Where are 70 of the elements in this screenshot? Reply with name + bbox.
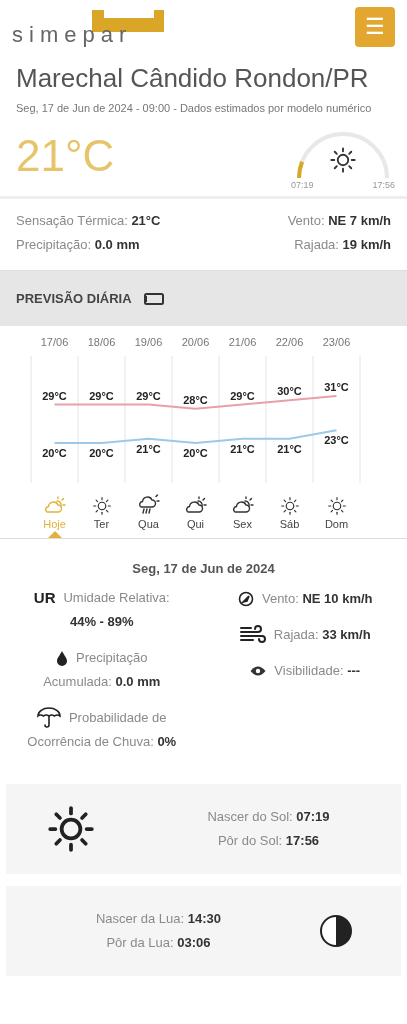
date-label: 18/06 [86,335,117,350]
detail-value: Ocorrência de Chuva: 0% [27,733,177,751]
detail-date: Seg, 17 de Jun de 2024 [131,559,276,578]
day-tab[interactable]: Sex [219,489,266,538]
day-tab[interactable]: Qui [172,489,219,538]
city-title: Marechal Cândido Rondon/PR [16,62,370,94]
sun-icon [279,495,300,516]
phone-landscape-icon [143,292,164,305]
day-tab[interactable]: Sáb [266,489,313,538]
detail-label: Probabilidade de [68,709,167,727]
eye-icon [250,665,267,677]
sunrise-time: 07:19 [291,178,314,192]
half-moon-icon [319,914,353,948]
temperature-label: 21°C [230,442,255,455]
temperature-label: 29°C [136,389,161,402]
logo: simepar [12,24,133,46]
cloud-sun-icon [183,495,208,516]
day-tab[interactable]: Dom [313,489,360,538]
day-tab[interactable]: Qua [125,489,172,538]
humidity-abbreviation: UR [33,588,56,608]
condition-text: Rajada: 19 km/h [294,236,391,252]
temperature-label: 29°C [42,389,67,402]
date-label: 23/06 [321,335,352,350]
sunset-text: Pôr do Sol: 17:56 [217,832,320,850]
sun-icon [46,804,96,854]
detail-text: Rajada: 33 km/h [273,626,371,645]
temperature-label: 31°C [324,380,349,393]
date-label: 21/06 [227,335,258,350]
temperature-label: 29°C [89,389,114,402]
condition-text: Sensação Térmica: 21°C [16,213,161,228]
temperature-label: 23°C [324,433,349,446]
cloud-sun-icon [230,495,255,516]
sunset-time: 17:56 [372,178,395,192]
sun-icon [326,495,347,516]
date-label: 22/06 [274,335,305,350]
section-title: PREVISÃO DIÁRIA [16,289,132,308]
detail-value: 44% - 89% [69,613,134,631]
moonrise-text: Nascer da Lua: 14:30 [95,910,221,928]
temperature-label: 20°C [42,446,67,459]
date-label: 19/06 [133,335,164,350]
umbrella-icon [36,707,61,729]
selected-indicator [48,530,62,538]
drop-icon [55,650,68,666]
temperature-label: 30°C [277,384,302,397]
detail-label: Precipitação [75,649,148,667]
moonset-text: Pôr da Lua: 03:06 [106,934,211,952]
temperature-label: 21°C [136,442,161,455]
date-label: 20/06 [180,335,211,350]
day-tab[interactable]: Ter [78,489,125,538]
rain-cloud-icon [136,493,161,516]
condition-text: Precipitação: 0.0 mm [16,236,140,252]
temperature-label: 28°C [183,393,208,406]
temperature-label: 20°C [183,446,208,459]
subtitle: Seg, 17 de Jun de 2024 - 09:00 - Dados estimados por modelo numérico [16,101,373,116]
temperature-label: 29°C [230,389,255,402]
cloud-sun-icon [42,495,67,516]
temperature-label: 20°C [89,446,114,459]
wind-icon [239,625,266,645]
date-label: 17/06 [39,335,70,350]
condition-text: Vento: NE 7 km/h [287,213,391,228]
detail-label: Umidade Relativa: [63,589,170,607]
sunrise-text: Nascer do Sol: 07:19 [207,808,330,826]
detail-text: Visibilidade: --- [274,662,361,681]
compass-icon [237,591,254,607]
detail-text: Vento: NE 10 km/h [261,590,373,609]
sun-icon [91,495,112,516]
sun-icon [329,146,357,174]
temperature-label: 21°C [277,442,302,455]
temperature: 21°C [16,132,115,180]
detail-value: Acumulada: 0.0 mm [43,673,161,691]
